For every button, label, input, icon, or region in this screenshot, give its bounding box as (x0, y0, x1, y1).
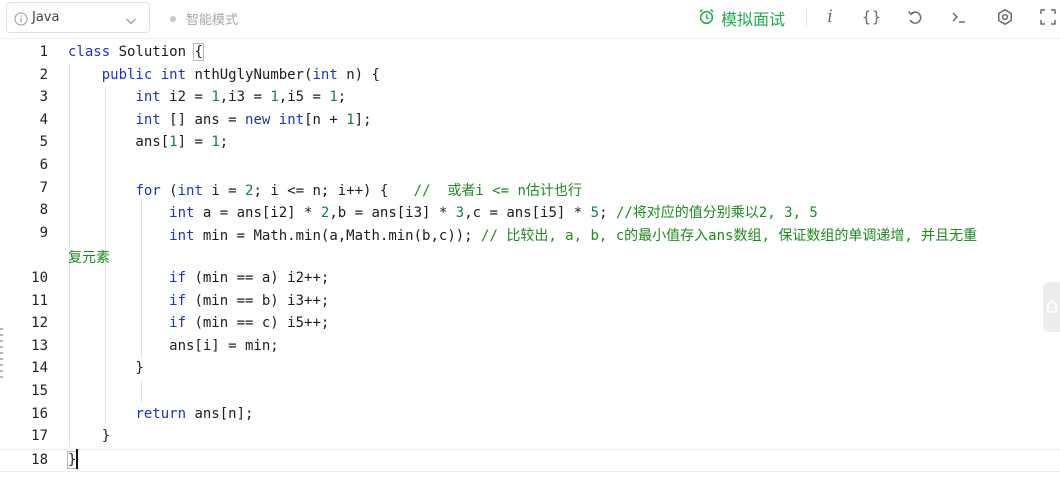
line-number: 5 (39, 134, 48, 151)
code-text: class Solution { (68, 43, 204, 61)
line-number: 11 (31, 292, 48, 309)
code-text: for (int i = 2; i <= n; i++) { // 或者i <=… (135, 182, 582, 199)
line-number: 17 (31, 428, 48, 445)
panel-icon (1047, 299, 1057, 313)
code-line-2[interactable]: 2 public int nthUglyNumber(int n) { (0, 65, 1060, 88)
line-number: 12 (31, 315, 48, 332)
gutter-marks (0, 328, 3, 382)
line-number: 4 (39, 111, 48, 128)
code-line-1[interactable]: 1 class Solution { (0, 42, 1060, 65)
code-text: } (68, 428, 111, 445)
code-text: int [] ans = new int[n + 1]; (135, 111, 372, 128)
code-text: 复元素 (68, 250, 110, 267)
code-line-6[interactable]: 6 (0, 155, 1060, 178)
code-line-14[interactable]: 14 } (0, 358, 1060, 381)
line-number: 14 (31, 360, 48, 377)
code-line-12[interactable]: 12 if (min == c) i5++; (0, 313, 1060, 336)
line-number: 13 (31, 337, 48, 354)
code-text: int min = Math.min(a,Math.min(b,c)); // … (169, 227, 978, 244)
text-cursor (76, 449, 78, 469)
code-line-9[interactable]: 9 int min = Math.min(a,Math.min(b,c)); /… (0, 223, 1060, 246)
line-number: 18 (31, 451, 48, 468)
code-line-18[interactable]: 18} (0, 448, 1060, 472)
code-line-17[interactable]: 17 } (0, 426, 1060, 449)
side-panel-toggle[interactable] (1043, 282, 1060, 332)
line-number: 7 (39, 179, 48, 196)
code-line-16[interactable]: 16 return ans[n]; (0, 404, 1060, 427)
code-line-10[interactable]: 10 if (min == a) i2++; (0, 268, 1060, 291)
code-line-13[interactable]: 13 ans[i] = min; (0, 336, 1060, 359)
code-text: } (68, 360, 144, 377)
line-number: 1 (39, 44, 48, 60)
line-number: 6 (39, 157, 48, 173)
code-line-15[interactable]: 15 (0, 381, 1060, 404)
code-text: if (min == b) i3++; (169, 292, 330, 309)
line-number: 2 (39, 66, 48, 83)
code-line-7[interactable]: 7 for (int i = 2; i <= n; i++) { // 或者i … (0, 178, 1060, 201)
line-number: 3 (39, 89, 48, 106)
line-number: 16 (31, 405, 48, 422)
line-number: 9 (39, 224, 48, 241)
line-number: 10 (31, 270, 48, 286)
code-line-8[interactable]: 8 int a = ans[i2] * 2,b = ans[i3] * 3,c … (0, 200, 1060, 223)
code-line-3[interactable]: 3 int i2 = 1,i3 = 1,i5 = 1; (0, 87, 1060, 110)
code-text: ans[i] = min; (68, 337, 279, 354)
code-text: return ans[n]; (135, 405, 254, 422)
line-number: 8 (39, 202, 48, 219)
code-text: if (min == c) i5++; (169, 315, 330, 332)
code-text: if (min == a) i2++; (169, 270, 330, 286)
code-text: int i2 = 1,i3 = 1,i5 = 1; (135, 89, 347, 106)
line-number: 15 (31, 383, 48, 399)
code-line-wrap[interactable]: 复元素 (0, 245, 1060, 268)
code-line-4[interactable]: 4 int [] ans = new int[n + 1]; (0, 110, 1060, 133)
code-line-11[interactable]: 11 if (min == b) i3++; (0, 291, 1060, 314)
code-text: public int nthUglyNumber(int n) { (101, 66, 380, 83)
code-editor[interactable]: 1 class Solution { 2 public int nthUglyNum… (0, 0, 1060, 504)
code-line-5[interactable]: 5 ans[1] = 1; (0, 132, 1060, 155)
code-text: int a = ans[i2] * 2,b = ans[i3] * 3,c = … (169, 205, 818, 222)
code-text: ans[1] = 1; (68, 134, 229, 151)
